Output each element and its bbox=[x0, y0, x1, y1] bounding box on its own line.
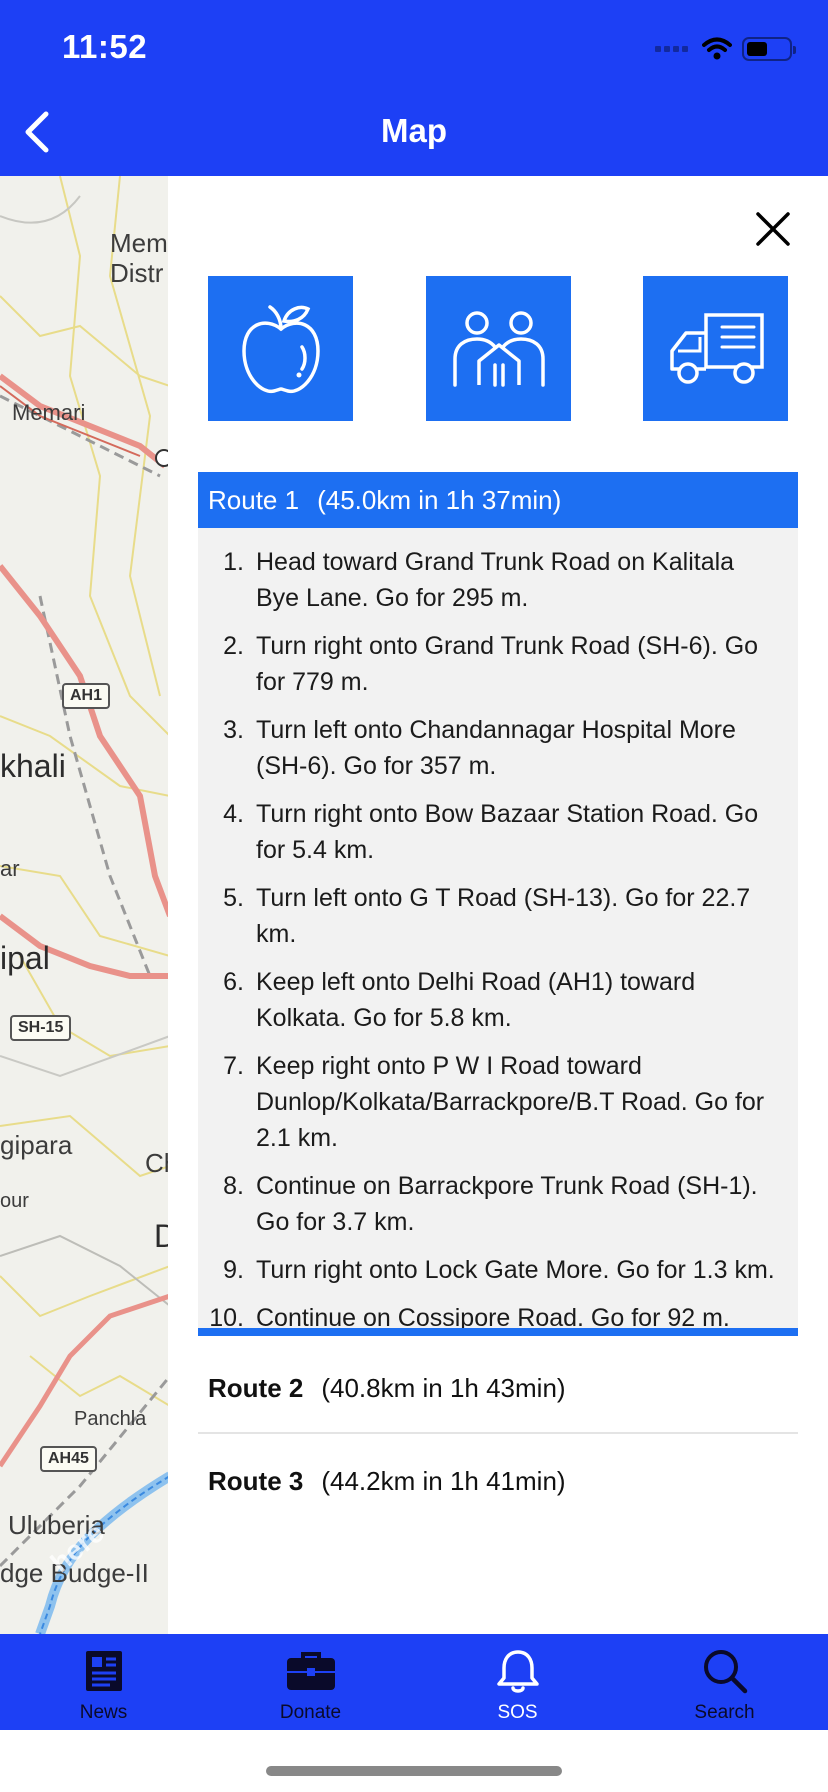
route-step: 4. Turn right onto Bow Bazaar Station Roa… bbox=[208, 796, 784, 868]
map-label: our bbox=[0, 1190, 29, 1212]
route-1-card[interactable]: Route 1 (45.0km in 1h 37min) 1. Head towa… bbox=[198, 472, 798, 1336]
news-icon bbox=[84, 1646, 124, 1696]
route-step: 5. Turn left onto G T Road (SH-13). Go fo… bbox=[208, 880, 784, 952]
people-icon bbox=[452, 310, 545, 387]
step-text: Turn left onto G T Road (SH-13). Go for … bbox=[256, 884, 751, 948]
road-badge: AH1 bbox=[62, 683, 111, 709]
app-header: 11:52 Map bbox=[0, 0, 828, 176]
route-3-row[interactable]: Route 3 (44.2km in 1h 41min) bbox=[198, 1436, 798, 1526]
road-badge: SH-15 bbox=[10, 1015, 72, 1041]
map-label: ipal bbox=[0, 940, 50, 976]
map-label: Distr bbox=[110, 258, 164, 288]
home-indicator[interactable] bbox=[266, 1766, 562, 1776]
home-area bbox=[0, 1730, 828, 1792]
route-step: 9. Turn right onto Lock Gate More. Go for… bbox=[208, 1252, 784, 1288]
tab-label: Donate bbox=[279, 1702, 342, 1723]
category-people-button[interactable] bbox=[426, 276, 571, 421]
route-2-row[interactable]: Route 2 (40.8km in 1h 43min) bbox=[198, 1344, 798, 1434]
tab-label: SOS bbox=[497, 1702, 538, 1723]
route-step: 8. Continue on Barrackpore Trunk Road (SH… bbox=[208, 1168, 784, 1240]
wifi-icon bbox=[702, 37, 732, 60]
tab-bar: News Donate SOS Search bbox=[0, 1634, 828, 1730]
status-time: 11:52 bbox=[62, 28, 148, 65]
step-number: 10. bbox=[209, 1304, 244, 1332]
step-number: 1. bbox=[223, 548, 244, 576]
step-text: Continue on Barrackpore Trunk Road (SH-1… bbox=[256, 1172, 758, 1236]
step-text: Keep left onto Delhi Road (AH1) toward K… bbox=[256, 968, 696, 1032]
step-number: 7. bbox=[223, 1052, 244, 1080]
search-icon bbox=[702, 1646, 748, 1696]
map-label: ar bbox=[0, 856, 20, 881]
map-label: Mem bbox=[110, 228, 168, 258]
category-transport-button[interactable] bbox=[643, 276, 788, 421]
step-text: Turn right onto Lock Gate More. Go for 1… bbox=[256, 1256, 775, 1284]
map-label: khali bbox=[0, 748, 66, 784]
step-number: 4. bbox=[223, 800, 244, 828]
battery-icon bbox=[742, 37, 796, 61]
route-steps-list: 1. Head toward Grand Trunk Road on Kalita… bbox=[198, 528, 798, 1332]
step-text: Keep right onto P W I Road toward Dunlop… bbox=[256, 1052, 765, 1152]
map-label: Memari bbox=[12, 400, 86, 425]
step-text: Turn right onto Bow Bazaar Station Road.… bbox=[256, 800, 759, 864]
route-step: 1. Head toward Grand Trunk Road on Kalita… bbox=[208, 544, 784, 616]
map-label: Panchla bbox=[74, 1408, 147, 1430]
signal-icon bbox=[655, 46, 688, 52]
tab-label: News bbox=[79, 1702, 128, 1723]
page-title: Map bbox=[381, 112, 447, 149]
route-name: Route 1 bbox=[208, 484, 300, 515]
route-summary: (45.0km in 1h 37min) bbox=[317, 484, 562, 515]
tab-donate[interactable]: Donate bbox=[207, 1634, 414, 1730]
step-text: Turn left onto Chandannagar Hospital Mor… bbox=[256, 716, 736, 780]
step-text: Head toward Grand Trunk Road on Kalitala… bbox=[256, 548, 735, 612]
map-label: Ch bbox=[145, 1148, 170, 1178]
step-number: 8. bbox=[223, 1172, 244, 1200]
route-name: Route 3 bbox=[208, 1465, 304, 1496]
route-step: 6. Keep left onto Delhi Road (AH1) toward… bbox=[208, 964, 784, 1036]
step-number: 2. bbox=[223, 632, 244, 660]
route-step: 2. Turn right onto Grand Trunk Road (SH-6… bbox=[208, 628, 784, 700]
close-icon bbox=[756, 212, 790, 246]
step-number: 6. bbox=[223, 968, 244, 996]
briefcase-icon bbox=[285, 1646, 337, 1696]
step-text: Turn right onto Grand Trunk Road (SH-6).… bbox=[256, 632, 759, 696]
step-text: Continue on Cossipore Road. Go for 92 m. bbox=[256, 1304, 730, 1332]
close-button[interactable] bbox=[748, 204, 798, 254]
route-step: 3. Turn left onto Chandannagar Hospital M… bbox=[208, 712, 784, 784]
status-icons bbox=[655, 34, 796, 64]
tab-news[interactable]: News bbox=[0, 1634, 207, 1730]
tab-search[interactable]: Search bbox=[621, 1634, 828, 1730]
map-view[interactable]: Mem Distr Memari AH1 khali ar ipal SH-15… bbox=[0, 176, 170, 1634]
step-number: 5. bbox=[223, 884, 244, 912]
route-summary: (44.2km in 1h 41min) bbox=[321, 1465, 566, 1496]
road-badge: AH45 bbox=[40, 1446, 97, 1472]
route-name: Route 2 bbox=[208, 1372, 304, 1403]
step-number: 9. bbox=[223, 1256, 244, 1284]
step-number: 3. bbox=[223, 716, 244, 744]
route-step: 10. Continue on Cossipore Road. Go for 92… bbox=[208, 1300, 784, 1332]
apple-icon bbox=[241, 304, 320, 393]
category-food-button[interactable] bbox=[208, 276, 353, 421]
tab-sos[interactable]: SOS bbox=[414, 1634, 621, 1730]
route-1-header[interactable]: Route 1 (45.0km in 1h 37min) bbox=[198, 472, 798, 528]
tab-label: Search bbox=[694, 1702, 755, 1723]
map-label: gipara bbox=[0, 1130, 73, 1160]
route-step: 7. Keep right onto P W I Road toward Dunl… bbox=[208, 1048, 784, 1156]
bell-icon bbox=[496, 1646, 540, 1696]
route-summary: (40.8km in 1h 43min) bbox=[321, 1372, 566, 1403]
route-panel: Route 1 (45.0km in 1h 37min) 1. Head towa… bbox=[168, 176, 828, 1634]
truck-icon bbox=[669, 312, 764, 384]
